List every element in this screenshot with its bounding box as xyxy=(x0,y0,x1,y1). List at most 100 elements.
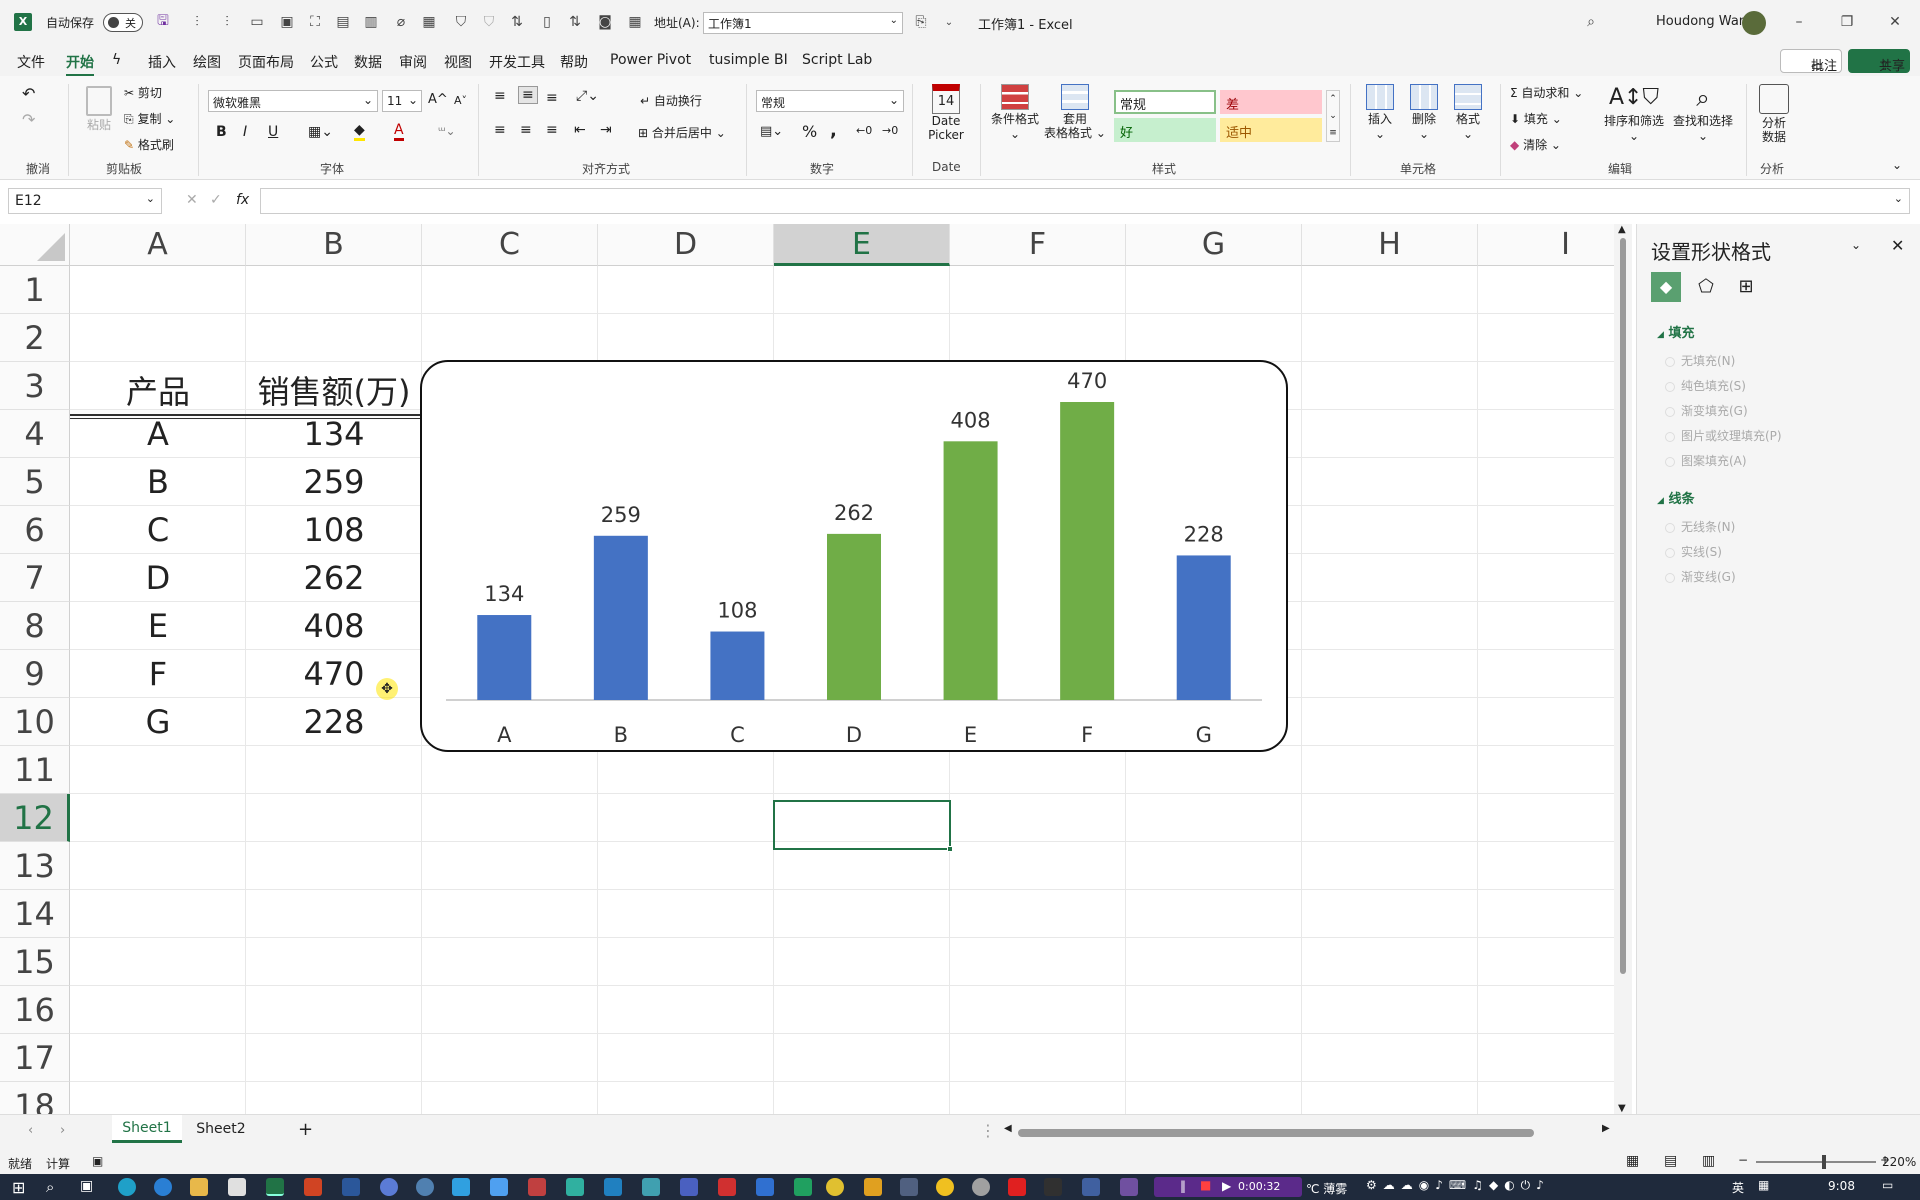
underline-button[interactable]: U xyxy=(268,124,278,140)
styles-scroll[interactable]: ⌃ ⌄ ≡ xyxy=(1326,90,1340,142)
pane-option-fill-4[interactable]: 图案填充(A) xyxy=(1665,452,1747,469)
cell-sales[interactable]: 262 xyxy=(246,554,422,602)
column-header-e[interactable]: E xyxy=(774,224,950,266)
format-cells-button[interactable]: 格式 ⌄ xyxy=(1450,84,1486,141)
percent-button[interactable]: % xyxy=(802,122,817,141)
app-icon-10[interactable] xyxy=(718,1178,736,1196)
analyze-data-button[interactable]: 分析 数据 xyxy=(1754,84,1794,144)
tab-script-lab[interactable]: Script Lab xyxy=(802,52,872,68)
cell-product[interactable]: E xyxy=(70,602,246,650)
name-box[interactable]: E12 ⌄ xyxy=(8,188,162,214)
stop-icon[interactable]: ■ xyxy=(1200,1178,1211,1192)
app-icon-15[interactable] xyxy=(936,1178,954,1196)
zoom-slider[interactable] xyxy=(1756,1155,1876,1169)
task-view-icon[interactable]: ▣ xyxy=(80,1178,93,1194)
format-painter-button[interactable]: ✎ 格式刷 xyxy=(124,136,174,153)
cell-sales[interactable]: 259 xyxy=(246,458,422,506)
page-layout-view-icon[interactable]: ▤ xyxy=(1664,1153,1677,1169)
merge-center-button[interactable]: ⊞ 合并后居中 ⌄ xyxy=(638,124,726,141)
ime-indicator[interactable]: 英 xyxy=(1732,1179,1744,1196)
open-icon[interactable]: ▭ xyxy=(248,13,266,31)
youtube-icon[interactable] xyxy=(1008,1178,1026,1196)
font-grow-icon[interactable]: A^ xyxy=(428,92,448,107)
app-icon-13[interactable] xyxy=(864,1178,882,1196)
insert-cells-button[interactable]: 插入 ⌄ xyxy=(1362,84,1398,141)
align-center-icon[interactable]: ≡ xyxy=(520,122,532,138)
cell-product[interactable]: D xyxy=(70,554,246,602)
bold-button[interactable]: B xyxy=(216,124,227,140)
toolbar-icon-9[interactable]: ▯ xyxy=(538,13,556,31)
tab-data[interactable]: 数据 xyxy=(354,52,382,72)
row-header-4[interactable]: 4 xyxy=(0,410,70,458)
tab-help[interactable]: 帮助 xyxy=(560,52,588,72)
page-break-view-icon[interactable]: ▥ xyxy=(1702,1153,1715,1169)
pane-options-icon[interactable]: ⌄ xyxy=(1851,238,1861,252)
border-icon[interactable]: ▦⌄ xyxy=(308,124,333,140)
select-all-corner[interactable] xyxy=(0,224,70,266)
conditional-format-button[interactable]: 条件格式 ⌄ xyxy=(990,84,1040,141)
weather-text[interactable]: ℃ 薄雾 xyxy=(1306,1180,1347,1197)
app-icon-16[interactable] xyxy=(972,1178,990,1196)
ie-icon[interactable] xyxy=(154,1178,172,1196)
cell-sales[interactable]: 108 xyxy=(246,506,422,554)
column-header-i[interactable]: I xyxy=(1478,224,1614,266)
share-button[interactable]: ⇪ 共享 xyxy=(1848,49,1910,74)
prev-sheet-icon[interactable]: ‹ xyxy=(28,1123,33,1138)
file-explorer-icon[interactable] xyxy=(190,1178,208,1196)
excel-taskbar-icon[interactable] xyxy=(266,1178,284,1196)
powerpoint-icon[interactable] xyxy=(304,1178,322,1196)
zoom-slider-thumb[interactable] xyxy=(1822,1155,1826,1169)
row-header-17[interactable]: 17 xyxy=(0,1034,70,1082)
format-as-table-button[interactable]: 套用 表格格式 ⌄ xyxy=(1044,84,1106,140)
customize-qat-icon[interactable]: ⌄ xyxy=(940,13,958,31)
pane-option-fill-3[interactable]: 图片或纹理填充(P) xyxy=(1665,427,1782,444)
app-icon-14[interactable] xyxy=(900,1178,918,1196)
italic-button[interactable]: I xyxy=(243,124,247,140)
toolbar-icon-6[interactable]: ▥ xyxy=(362,13,380,31)
header-product[interactable]: 产品 xyxy=(70,368,246,416)
user-name[interactable]: Houdong Wang xyxy=(1656,14,1755,29)
play-icon[interactable]: ▶ xyxy=(1222,1179,1231,1193)
tab-review[interactable]: 审阅 xyxy=(399,52,427,72)
app-icon-19[interactable] xyxy=(1120,1178,1138,1196)
horizontal-scroll-thumb[interactable] xyxy=(1018,1129,1534,1137)
pane-option-fill-0[interactable]: 无填充(N) xyxy=(1665,352,1735,369)
save-icon[interactable]: 🖫 xyxy=(154,13,172,31)
decrease-indent-icon[interactable]: ⇤ xyxy=(574,122,586,138)
tab-file[interactable]: 文件 xyxy=(17,52,45,72)
bar-e[interactable] xyxy=(943,441,998,700)
tab-tusimple-bi[interactable]: tusimple BI xyxy=(709,52,788,68)
store-icon[interactable] xyxy=(228,1178,246,1196)
toolbar-icon-4[interactable]: ⛶ xyxy=(306,13,324,31)
app-icon-3[interactable] xyxy=(452,1178,470,1196)
vertical-scroll-thumb[interactable] xyxy=(1620,238,1626,974)
toolbar-icon-5[interactable]: ▤ xyxy=(334,13,352,31)
row-header-8[interactable]: 8 xyxy=(0,602,70,650)
recording-widget[interactable]: ‖ ■ ▶ 0:00:32 xyxy=(1154,1177,1302,1197)
app-icon-8[interactable] xyxy=(642,1178,660,1196)
font-shrink-icon[interactable]: A˅ xyxy=(454,94,467,107)
filter-icon[interactable]: ⛉ xyxy=(452,13,470,31)
tab-splitter-icon[interactable]: ⋮ xyxy=(980,1121,996,1140)
row-header-3[interactable]: 3 xyxy=(0,362,70,410)
sheet-tab-2[interactable]: Sheet2 xyxy=(186,1115,256,1143)
edge-icon[interactable] xyxy=(118,1178,136,1196)
calculator-icon[interactable]: ▦ xyxy=(626,13,644,31)
toolbar-icon-7[interactable]: ⌀ xyxy=(392,13,410,31)
paste-button[interactable]: 粘贴 xyxy=(82,86,116,133)
align-left-icon[interactable]: ≡ xyxy=(494,122,506,138)
app-icon-5[interactable] xyxy=(528,1178,546,1196)
pane-option-fill-2[interactable]: 渐变填充(G) xyxy=(1665,402,1748,419)
tray-icons[interactable]: ⚙☁☁◉♪⌨♫◆◐⏻♪ xyxy=(1366,1178,1550,1193)
search-icon[interactable]: ⌕ xyxy=(1582,13,1600,31)
pane-option-line-2[interactable]: 渐变线(G) xyxy=(1665,568,1736,585)
app-icon-6[interactable] xyxy=(566,1178,584,1196)
address-input[interactable]: 工作簿1 ⌄ xyxy=(703,12,903,34)
app-icon-7[interactable] xyxy=(604,1178,622,1196)
restore-icon[interactable]: ❐ xyxy=(1838,13,1856,31)
zoom-out-icon[interactable]: − xyxy=(1738,1153,1748,1167)
app-icon-9[interactable] xyxy=(680,1178,698,1196)
data-label-e[interactable]: 408 xyxy=(951,408,991,432)
minimize-icon[interactable]: – xyxy=(1790,13,1808,31)
bar-f[interactable] xyxy=(1060,402,1115,700)
